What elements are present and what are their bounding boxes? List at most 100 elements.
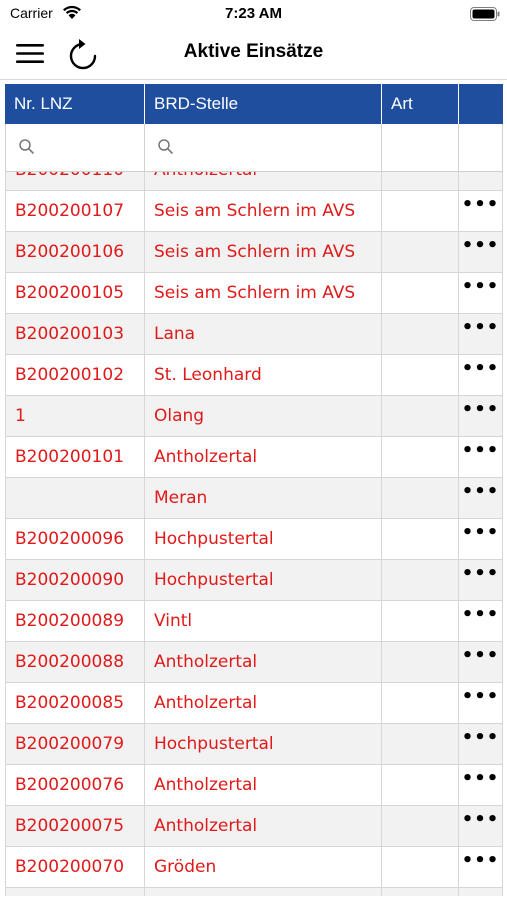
cell-nr-lnz: B200200107	[5, 191, 145, 231]
table-row[interactable]: B200200085 Antholzertal •••	[5, 683, 503, 724]
more-options-button[interactable]: •••	[459, 396, 503, 436]
status-bar: Carrier 7:23 AM	[0, 0, 507, 28]
cell-art	[382, 806, 459, 846]
table-row[interactable]: •••	[5, 888, 503, 896]
more-options-button[interactable]: •••	[459, 847, 503, 887]
table-row[interactable]: B200200079 Hochpustertal •••	[5, 724, 503, 765]
table-row[interactable]: B200200090 Hochpustertal •••	[5, 560, 503, 601]
search-icon	[19, 139, 34, 154]
cell-nr-lnz: B200200088	[5, 642, 145, 682]
cell-nr-lnz: B200200089	[5, 601, 145, 641]
more-options-button[interactable]: •••	[459, 172, 503, 190]
cell-art	[382, 765, 459, 805]
cell-art	[382, 314, 459, 354]
filter-nr-lnz-input[interactable]	[5, 124, 145, 172]
cell-art	[382, 683, 459, 723]
more-options-button[interactable]: •••	[459, 437, 503, 477]
more-options-button[interactable]: •••	[459, 888, 503, 896]
table-row[interactable]: B200200070 Gröden •••	[5, 847, 503, 888]
more-options-button[interactable]: •••	[459, 478, 503, 518]
more-options-button[interactable]: •••	[459, 560, 503, 600]
cell-nr-lnz: B200200075	[5, 806, 145, 846]
column-header-nr-lnz[interactable]: Nr. LNZ	[5, 84, 145, 124]
more-options-button[interactable]: •••	[459, 642, 503, 682]
cell-brd-stelle: Meran	[145, 478, 382, 518]
cell-nr-lnz: B200200110	[5, 172, 145, 190]
filter-actions-cell	[459, 124, 503, 172]
more-options-button[interactable]: •••	[459, 273, 503, 313]
cell-art	[382, 191, 459, 231]
cell-art	[382, 888, 459, 896]
cell-brd-stelle: Antholzertal	[145, 765, 382, 805]
table-row[interactable]: 1 Olang •••	[5, 396, 503, 437]
cell-brd-stelle: Lana	[145, 314, 382, 354]
cell-art	[382, 355, 459, 395]
cell-art	[382, 232, 459, 272]
cell-brd-stelle: Antholzertal	[145, 683, 382, 723]
more-options-button[interactable]: •••	[459, 314, 503, 354]
cell-nr-lnz: B200200070	[5, 847, 145, 887]
table-row[interactable]: B200200102 St. Leonhard •••	[5, 355, 503, 396]
table-row[interactable]: B200200089 Vintl •••	[5, 601, 503, 642]
more-options-button[interactable]: •••	[459, 806, 503, 846]
column-header-brd-stelle[interactable]: BRD-Stelle	[145, 84, 382, 124]
table-rows: B200200110Antholzertal•••B200200107Seis …	[5, 172, 503, 896]
cell-art	[382, 437, 459, 477]
more-options-button[interactable]: •••	[459, 724, 503, 764]
cell-nr-lnz: B200200103	[5, 314, 145, 354]
cell-nr-lnz	[5, 478, 145, 518]
filter-art-input[interactable]	[382, 124, 459, 172]
cell-nr-lnz: B200200076	[5, 765, 145, 805]
table-row[interactable]: B200200110Antholzertal •••	[5, 172, 503, 191]
cell-nr-lnz: B200200090	[5, 560, 145, 600]
cell-brd-stelle: Antholzertal	[145, 806, 382, 846]
cell-nr-lnz: B200200101	[5, 437, 145, 477]
table-row[interactable]: B200200096 Hochpustertal •••	[5, 519, 503, 560]
table-row[interactable]: B200200101 Antholzertal •••	[5, 437, 503, 478]
column-header-art[interactable]: Art	[382, 84, 459, 124]
more-options-button[interactable]: •••	[459, 232, 503, 272]
cell-art	[382, 642, 459, 682]
cell-art	[382, 519, 459, 559]
table-row[interactable]: B200200107 Seis am Schlern im AVS •••	[5, 191, 503, 232]
cell-brd-stelle: Seis am Schlern im AVS	[145, 232, 382, 272]
cell-art	[382, 396, 459, 436]
table-body[interactable]: B200200110Antholzertal•••B200200107Seis …	[5, 172, 503, 896]
filter-row	[5, 124, 503, 172]
table-row[interactable]: B200200076 Antholzertal •••	[5, 765, 503, 806]
cell-brd-stelle: Antholzertal	[145, 172, 382, 190]
table-row[interactable]: B200200088 Antholzertal •••	[5, 642, 503, 683]
more-options-button[interactable]: •••	[459, 355, 503, 395]
cell-brd-stelle: Seis am Schlern im AVS	[145, 273, 382, 313]
table-row[interactable]: B200200103 Lana •••	[5, 314, 503, 355]
table-header: Nr. LNZ BRD-Stelle Art	[5, 84, 503, 124]
cell-nr-lnz	[5, 888, 145, 896]
cell-nr-lnz: B200200102	[5, 355, 145, 395]
more-options-button[interactable]: •••	[459, 601, 503, 641]
cell-brd-stelle: Hochpustertal	[145, 519, 382, 559]
cell-art	[382, 601, 459, 641]
more-options-button[interactable]: •••	[459, 191, 503, 231]
battery-icon	[470, 7, 500, 21]
table-row[interactable]: Meran •••	[5, 478, 503, 519]
more-options-button[interactable]: •••	[459, 519, 503, 559]
cell-art	[382, 273, 459, 313]
cell-brd-stelle: St. Leonhard	[145, 355, 382, 395]
cell-art	[382, 847, 459, 887]
cell-art	[382, 172, 459, 190]
cell-brd-stelle	[145, 888, 382, 896]
cell-brd-stelle: Hochpustertal	[145, 724, 382, 764]
cell-nr-lnz: B200200105	[5, 273, 145, 313]
cell-art	[382, 724, 459, 764]
more-options-button[interactable]: •••	[459, 683, 503, 723]
search-icon	[158, 139, 173, 154]
more-options-button[interactable]: •••	[459, 765, 503, 805]
column-header-actions	[459, 84, 503, 124]
cell-brd-stelle: Antholzertal	[145, 437, 382, 477]
table-row[interactable]: B200200106 Seis am Schlern im AVS •••	[5, 232, 503, 273]
cell-nr-lnz: B200200096	[5, 519, 145, 559]
table-row[interactable]: B200200075 Antholzertal •••	[5, 806, 503, 847]
filter-brd-stelle-input[interactable]	[145, 124, 382, 172]
cell-brd-stelle: Gröden	[145, 847, 382, 887]
table-row[interactable]: B200200105 Seis am Schlern im AVS •••	[5, 273, 503, 314]
